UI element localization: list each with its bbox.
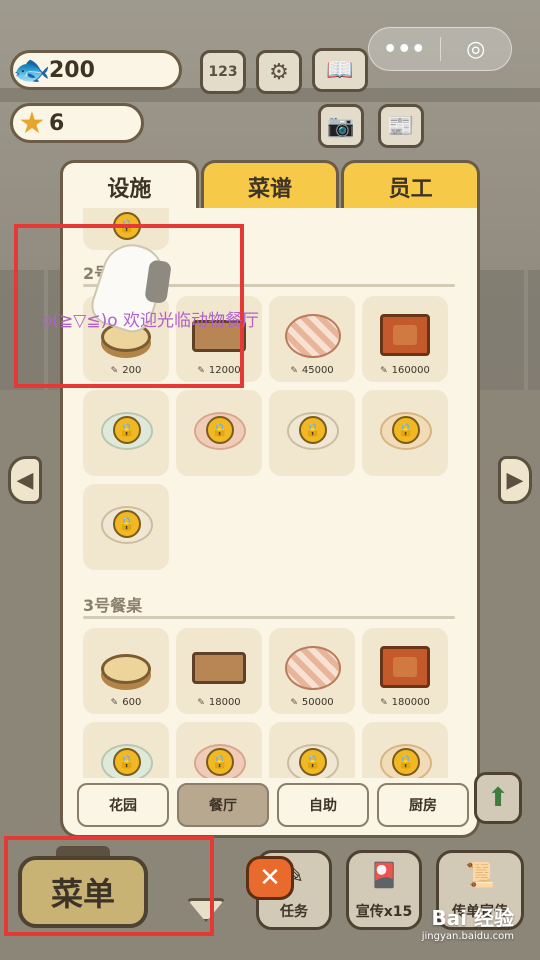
list-item[interactable]: 18000 (176, 628, 262, 714)
list-item[interactable]: 🔒 (269, 390, 355, 476)
fish-count: 200 (49, 57, 95, 83)
subtab-buffet[interactable]: 自助 (277, 783, 369, 827)
lock-icon: 🔒 (299, 416, 327, 444)
cloth-table-icon (285, 314, 341, 358)
list-item[interactable]: 🔒 (83, 484, 169, 570)
watermark-url: jingyan.baidu.com (421, 931, 514, 942)
watermark-brand: Bai 经验 (431, 906, 514, 930)
lock-icon: 🔒 (113, 416, 141, 444)
book-icon[interactable]: 📖 (312, 48, 368, 92)
more-icon[interactable]: ••• (369, 28, 440, 70)
list-item[interactable]: 🔒 (83, 390, 169, 476)
lock-icon: 🔒 (299, 748, 327, 776)
chevron-left-icon[interactable]: ◀ (8, 456, 42, 504)
list-item[interactable]: 🔒 (176, 390, 262, 476)
camera-icon[interactable]: 📷 (318, 104, 364, 148)
section-divider (83, 616, 455, 619)
close-icon[interactable]: ✕ (246, 856, 294, 900)
subtab-kitchen[interactable]: 厨房 (377, 783, 469, 827)
item-price: 50000 (269, 697, 355, 708)
promo-card-icon: 🎴 (369, 861, 399, 889)
item-price: 160000 (362, 365, 448, 376)
tab-recipes[interactable]: 菜谱 (200, 160, 340, 210)
fish-icon: 🐟 (13, 52, 51, 88)
ranking-icon[interactable]: 123 (200, 50, 246, 94)
settings-icon[interactable]: ⚙ (256, 50, 302, 94)
star-icon: ★ (18, 105, 46, 141)
tab-staff[interactable]: 员工 (341, 160, 481, 210)
lock-icon: 🔒 (392, 416, 420, 444)
lock-icon: 🔒 (113, 748, 141, 776)
lock-icon: 🔒 (113, 510, 141, 538)
subtab-garden[interactable]: 花园 (77, 783, 169, 827)
watermark: Bai 经验 jingyan.baidu.com (422, 902, 514, 942)
item-price: 600 (83, 697, 169, 708)
rug-table-icon (380, 314, 430, 356)
list-item[interactable]: 50000 (269, 628, 355, 714)
subtab-restaurant[interactable]: 餐厅 (177, 783, 269, 827)
list-item[interactable]: 🔒 (176, 722, 262, 778)
star-currency: ★ 6 (10, 103, 144, 143)
home-arrow-icon[interactable]: ⬆ (474, 772, 522, 824)
promo-button[interactable]: 🎴 宣传x15 (346, 850, 422, 930)
stump-table-icon (101, 654, 151, 684)
lock-icon: 🔒 (206, 748, 234, 776)
list-item[interactable]: 🔒 (362, 722, 448, 778)
wechat-capsule: ••• ◎ (368, 27, 512, 71)
annotation-box-menu (4, 836, 214, 936)
list-item[interactable]: 180000 (362, 628, 448, 714)
category-subtabs: 花园 餐厅 自助 厨房 (77, 783, 469, 827)
list-item[interactable]: 🔒 (83, 722, 169, 778)
chevron-right-icon[interactable]: ▶ (498, 456, 532, 504)
item-price: 18000 (176, 697, 262, 708)
list-item[interactable]: 🔒 (269, 722, 355, 778)
bench-table-icon (192, 652, 246, 684)
list-item[interactable]: 🔒 (362, 390, 448, 476)
close-target-icon[interactable]: ◎ (441, 28, 512, 70)
rug-table-icon (380, 646, 430, 688)
list-item[interactable]: 45000 (269, 296, 355, 382)
panel-tabs: 设施 菜谱 员工 (60, 160, 481, 210)
list-item[interactable]: 160000 (362, 296, 448, 382)
lock-icon: 🔒 (206, 416, 234, 444)
promo-label: 宣传x15 (355, 904, 413, 920)
lock-icon: 🔒 (392, 748, 420, 776)
list-item[interactable]: 600 (83, 628, 169, 714)
section-title: 3号餐桌 (83, 596, 143, 615)
newspaper-icon[interactable]: 📰 (378, 104, 424, 148)
item-price: 180000 (362, 697, 448, 708)
fish-currency: 🐟 200 (10, 50, 182, 90)
overlay-caption: o(≧▽≦)o 欢迎光临动物餐厅 (42, 311, 260, 331)
item-price: 45000 (269, 365, 355, 376)
flyer-icon: 📜 (465, 861, 495, 889)
tab-facilities[interactable]: 设施 (60, 160, 199, 210)
cloth-table-icon (285, 646, 341, 690)
task-label: 任务 (280, 904, 308, 920)
